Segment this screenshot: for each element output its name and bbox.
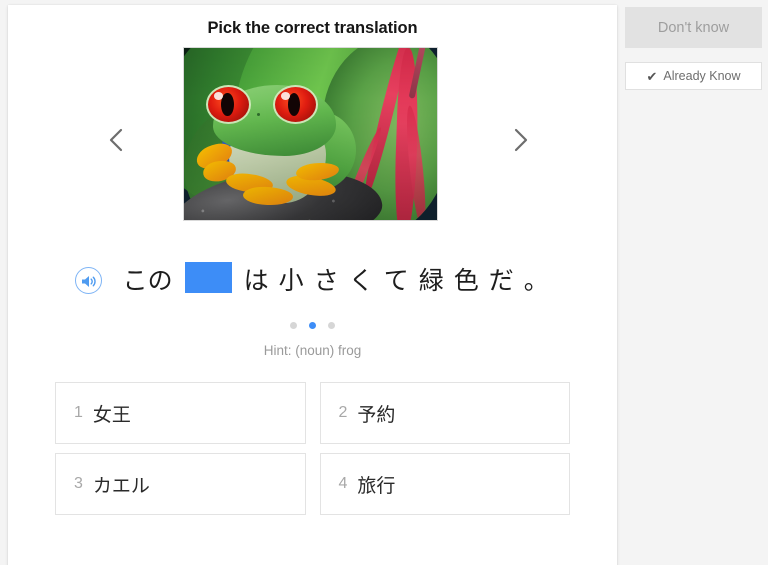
tree-frog bbox=[192, 82, 366, 213]
sentence-token: は bbox=[243, 266, 269, 295]
answer-option-label: 女王 bbox=[92, 403, 131, 426]
answer-option-number: 4 bbox=[338, 475, 348, 492]
sentence-token: この bbox=[122, 266, 173, 295]
sentence-token: さ bbox=[313, 266, 339, 295]
answer-option-number: 2 bbox=[338, 404, 348, 421]
side-rail: Don't know ✔ Already Know bbox=[625, 0, 768, 565]
answer-option-4[interactable]: 4 旅行 bbox=[319, 453, 570, 515]
answer-option-2[interactable]: 2 予約 bbox=[319, 382, 570, 444]
sentence-text: この は小さくて緑色だ。 bbox=[118, 262, 554, 295]
quiz-screen: Pick the correct translation この は 小 さ く … bbox=[0, 0, 768, 565]
prev-image-button[interactable] bbox=[96, 120, 136, 160]
sentence-blank[interactable] bbox=[184, 262, 232, 293]
next-image-button[interactable] bbox=[500, 120, 540, 160]
prompt-image[interactable] bbox=[183, 47, 438, 221]
frog-eye-left bbox=[205, 85, 251, 125]
pagination-dot-active[interactable] bbox=[309, 322, 316, 329]
answer-option-label: 予約 bbox=[357, 403, 396, 426]
sentence-token: 色 bbox=[453, 266, 479, 295]
already-know-button[interactable]: ✔ Already Know bbox=[625, 62, 762, 90]
answer-option-3[interactable]: 3 カエル bbox=[55, 453, 306, 515]
already-know-label: Already Know bbox=[663, 69, 741, 83]
media-row bbox=[8, 47, 617, 232]
chevron-right-icon bbox=[510, 126, 530, 154]
check-icon: ✔ bbox=[646, 68, 658, 84]
frog-eye-right bbox=[272, 85, 318, 125]
answer-option-number: 3 bbox=[74, 475, 83, 492]
quiz-card: Pick the correct translation この は 小 さ く … bbox=[8, 5, 617, 565]
chevron-left-icon bbox=[106, 126, 126, 154]
pagination-dots bbox=[8, 322, 617, 329]
sentence-token: だ bbox=[488, 266, 514, 295]
play-audio-button[interactable] bbox=[75, 267, 103, 294]
page-title: Pick the correct translation bbox=[207, 19, 418, 37]
sentence-token: く bbox=[348, 266, 374, 295]
sentence-token: 。 bbox=[523, 266, 549, 295]
pagination-dot[interactable] bbox=[289, 322, 297, 329]
sentence-token: 小 bbox=[278, 266, 304, 295]
frog-photo-illustration bbox=[184, 48, 437, 220]
dont-know-button[interactable]: Don't know bbox=[625, 7, 762, 48]
pagination-dot[interactable] bbox=[328, 322, 336, 329]
answer-option-label: 旅行 bbox=[357, 474, 396, 497]
sentence-token: て bbox=[383, 266, 409, 295]
answer-option-1[interactable]: 1 女王 bbox=[55, 382, 306, 444]
sentence-area: この は小さくて緑色だ。 bbox=[8, 258, 617, 304]
sentence-token: 緑 bbox=[418, 266, 444, 295]
answer-options: 1 女王 2 予約 3 カエル 4 旅行 bbox=[55, 382, 570, 515]
answer-option-number: 1 bbox=[74, 404, 83, 421]
answer-option-label: カエル bbox=[92, 474, 150, 497]
hint-text: Hint: (noun) frog bbox=[263, 343, 362, 358]
